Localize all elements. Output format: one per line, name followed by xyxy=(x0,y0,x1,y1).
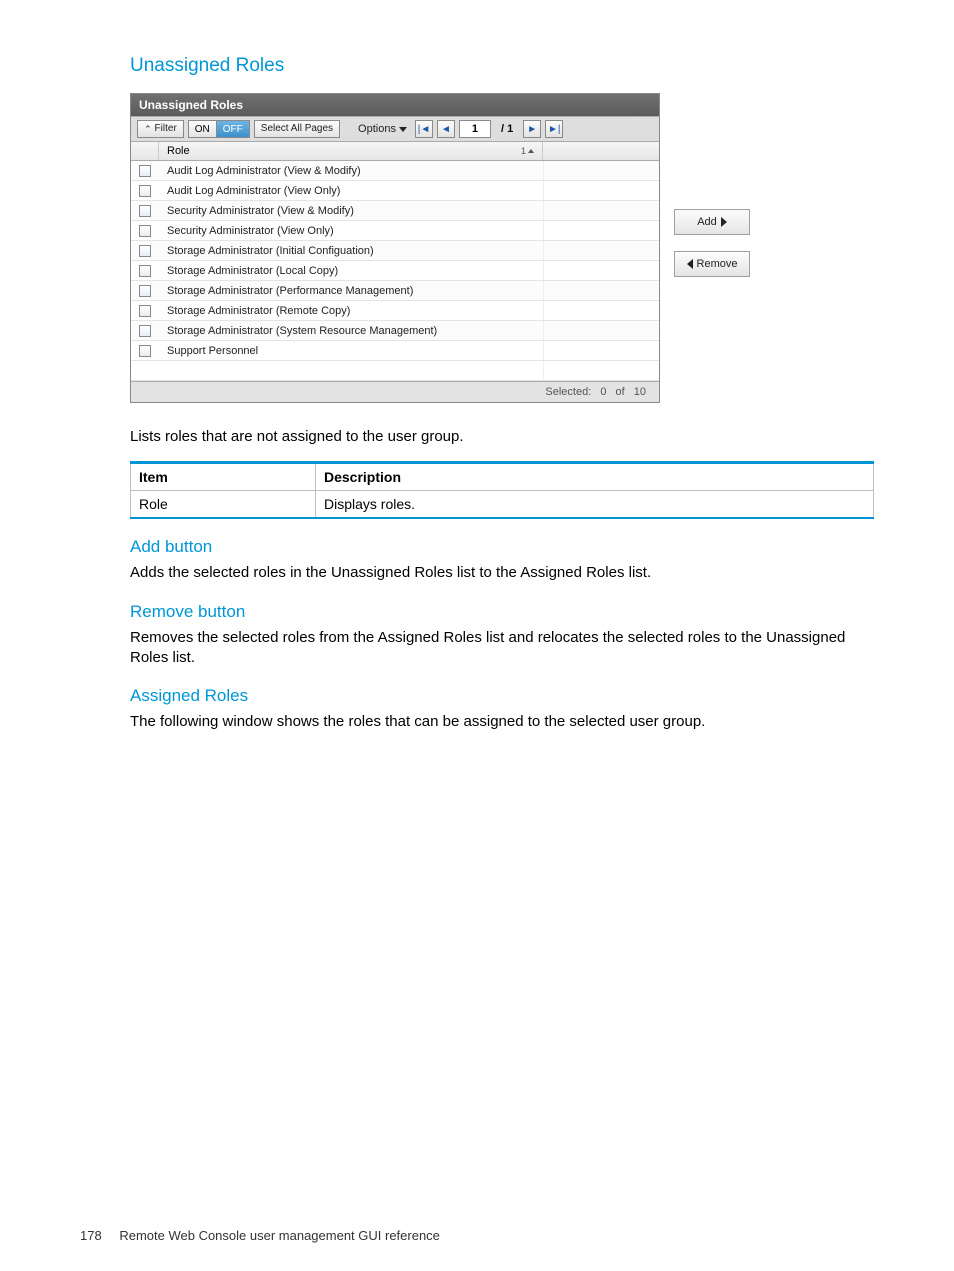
role-cell: Storage Administrator (Performance Manag… xyxy=(159,285,543,297)
remove-button[interactable]: Remove xyxy=(674,251,750,277)
table-row[interactable]: Security Administrator (View & Modify) xyxy=(131,201,659,221)
th-item: Item xyxy=(131,463,316,491)
header-checkbox-cell xyxy=(131,142,159,160)
column-role[interactable]: Role 1 xyxy=(159,142,543,160)
unassigned-roles-panel: Unassigned Roles ⌃ Filter ON OFF Select … xyxy=(130,93,660,403)
doc-table-row: Role Displays roles. xyxy=(131,491,874,519)
table-row[interactable]: Storage Administrator (Remote Copy) xyxy=(131,301,659,321)
panel-footer: Selected: 0 of 10 xyxy=(131,381,659,402)
row-checkbox[interactable] xyxy=(139,265,151,277)
grid-body: Audit Log Administrator (View & Modify) … xyxy=(131,161,659,381)
table-row[interactable]: Storage Administrator (Local Copy) xyxy=(131,261,659,281)
th-desc: Description xyxy=(316,463,874,491)
row-checkbox[interactable] xyxy=(139,305,151,317)
td-desc: Displays roles. xyxy=(316,491,874,519)
column-role-label: Role xyxy=(167,145,190,157)
dropdown-icon xyxy=(399,127,407,132)
page-next-button[interactable]: ► xyxy=(523,120,541,138)
table-row[interactable]: Security Administrator (View Only) xyxy=(131,221,659,241)
chevron-up-icon: ⌃ xyxy=(144,122,152,136)
triangle-right-icon xyxy=(721,217,727,227)
filter-on[interactable]: ON xyxy=(189,121,217,137)
panel-title: Unassigned Roles xyxy=(131,94,659,116)
description-table: Item Description Role Displays roles. xyxy=(130,461,874,519)
selected-count: 0 xyxy=(600,386,606,398)
table-row[interactable]: Storage Administrator (Initial Configuat… xyxy=(131,241,659,261)
empty-row xyxy=(131,361,659,381)
add-desc-text: Adds the selected roles in the Unassigne… xyxy=(130,563,874,583)
selected-label: Selected: xyxy=(545,386,591,398)
filter-button[interactable]: ⌃ Filter xyxy=(137,120,184,138)
table-row[interactable]: Storage Administrator (System Resource M… xyxy=(131,321,659,341)
row-checkbox[interactable] xyxy=(139,245,151,257)
role-cell: Storage Administrator (Local Copy) xyxy=(159,265,543,277)
page-prev-button[interactable]: ◄ xyxy=(437,120,455,138)
options-menu[interactable]: Options xyxy=(354,123,411,135)
transfer-buttons: Add Remove xyxy=(674,209,750,277)
filter-toggle[interactable]: ON OFF xyxy=(188,120,250,138)
td-item: Role xyxy=(131,491,316,519)
page-first-button[interactable]: |◄ xyxy=(415,120,433,138)
heading-remove-button: Remove button xyxy=(130,602,874,622)
heading-add-button: Add button xyxy=(130,537,874,557)
page-last-button[interactable]: ►| xyxy=(545,120,563,138)
role-cell: Support Personnel xyxy=(159,345,543,357)
row-checkbox[interactable] xyxy=(139,345,151,357)
role-cell: Storage Administrator (System Resource M… xyxy=(159,325,543,337)
sort-indicator: 1 xyxy=(521,146,534,156)
filter-label: Filter xyxy=(155,122,177,136)
table-row[interactable]: Audit Log Administrator (View Only) xyxy=(131,181,659,201)
select-all-pages-button[interactable]: Select All Pages xyxy=(254,120,340,138)
role-cell: Security Administrator (View Only) xyxy=(159,225,543,237)
page-footer: 178 Remote Web Console user management G… xyxy=(80,1228,440,1243)
panel-toolbar: ⌃ Filter ON OFF Select All Pages Options… xyxy=(131,116,659,142)
heading-assigned-roles: Assigned Roles xyxy=(130,686,874,706)
row-checkbox[interactable] xyxy=(139,225,151,237)
heading-unassigned-roles: Unassigned Roles xyxy=(130,55,874,77)
page-number: 178 xyxy=(80,1228,102,1243)
role-cell: Audit Log Administrator (View & Modify) xyxy=(159,165,543,177)
options-label: Options xyxy=(358,123,396,135)
role-cell: Audit Log Administrator (View Only) xyxy=(159,185,543,197)
row-checkbox[interactable] xyxy=(139,285,151,297)
page-footer-text: Remote Web Console user management GUI r… xyxy=(119,1228,440,1243)
add-button[interactable]: Add xyxy=(674,209,750,235)
table-row[interactable]: Support Personnel xyxy=(131,341,659,361)
table-row[interactable]: Storage Administrator (Performance Manag… xyxy=(131,281,659,301)
role-cell: Storage Administrator (Initial Configuat… xyxy=(159,245,543,257)
column-blank xyxy=(543,142,659,160)
assigned-desc-text: The following window shows the roles tha… xyxy=(130,712,874,732)
sort-asc-icon xyxy=(528,149,534,153)
page-separator: / 1 xyxy=(495,123,519,135)
total-count: 10 xyxy=(634,386,646,398)
row-checkbox[interactable] xyxy=(139,205,151,217)
remove-button-label: Remove xyxy=(697,258,738,270)
triangle-left-icon xyxy=(687,259,693,269)
row-checkbox[interactable] xyxy=(139,185,151,197)
role-cell: Security Administrator (View & Modify) xyxy=(159,205,543,217)
table-row[interactable]: Audit Log Administrator (View & Modify) xyxy=(131,161,659,181)
of-label: of xyxy=(616,386,625,398)
add-button-label: Add xyxy=(697,216,717,228)
page-current-input[interactable]: 1 xyxy=(459,120,491,138)
filter-off[interactable]: OFF xyxy=(217,121,249,137)
remove-desc-text: Removes the selected roles from the Assi… xyxy=(130,628,874,669)
lists-roles-text: Lists roles that are not assigned to the… xyxy=(130,427,874,447)
row-checkbox[interactable] xyxy=(139,325,151,337)
role-cell: Storage Administrator (Remote Copy) xyxy=(159,305,543,317)
row-checkbox[interactable] xyxy=(139,165,151,177)
grid-header: Role 1 xyxy=(131,142,659,161)
